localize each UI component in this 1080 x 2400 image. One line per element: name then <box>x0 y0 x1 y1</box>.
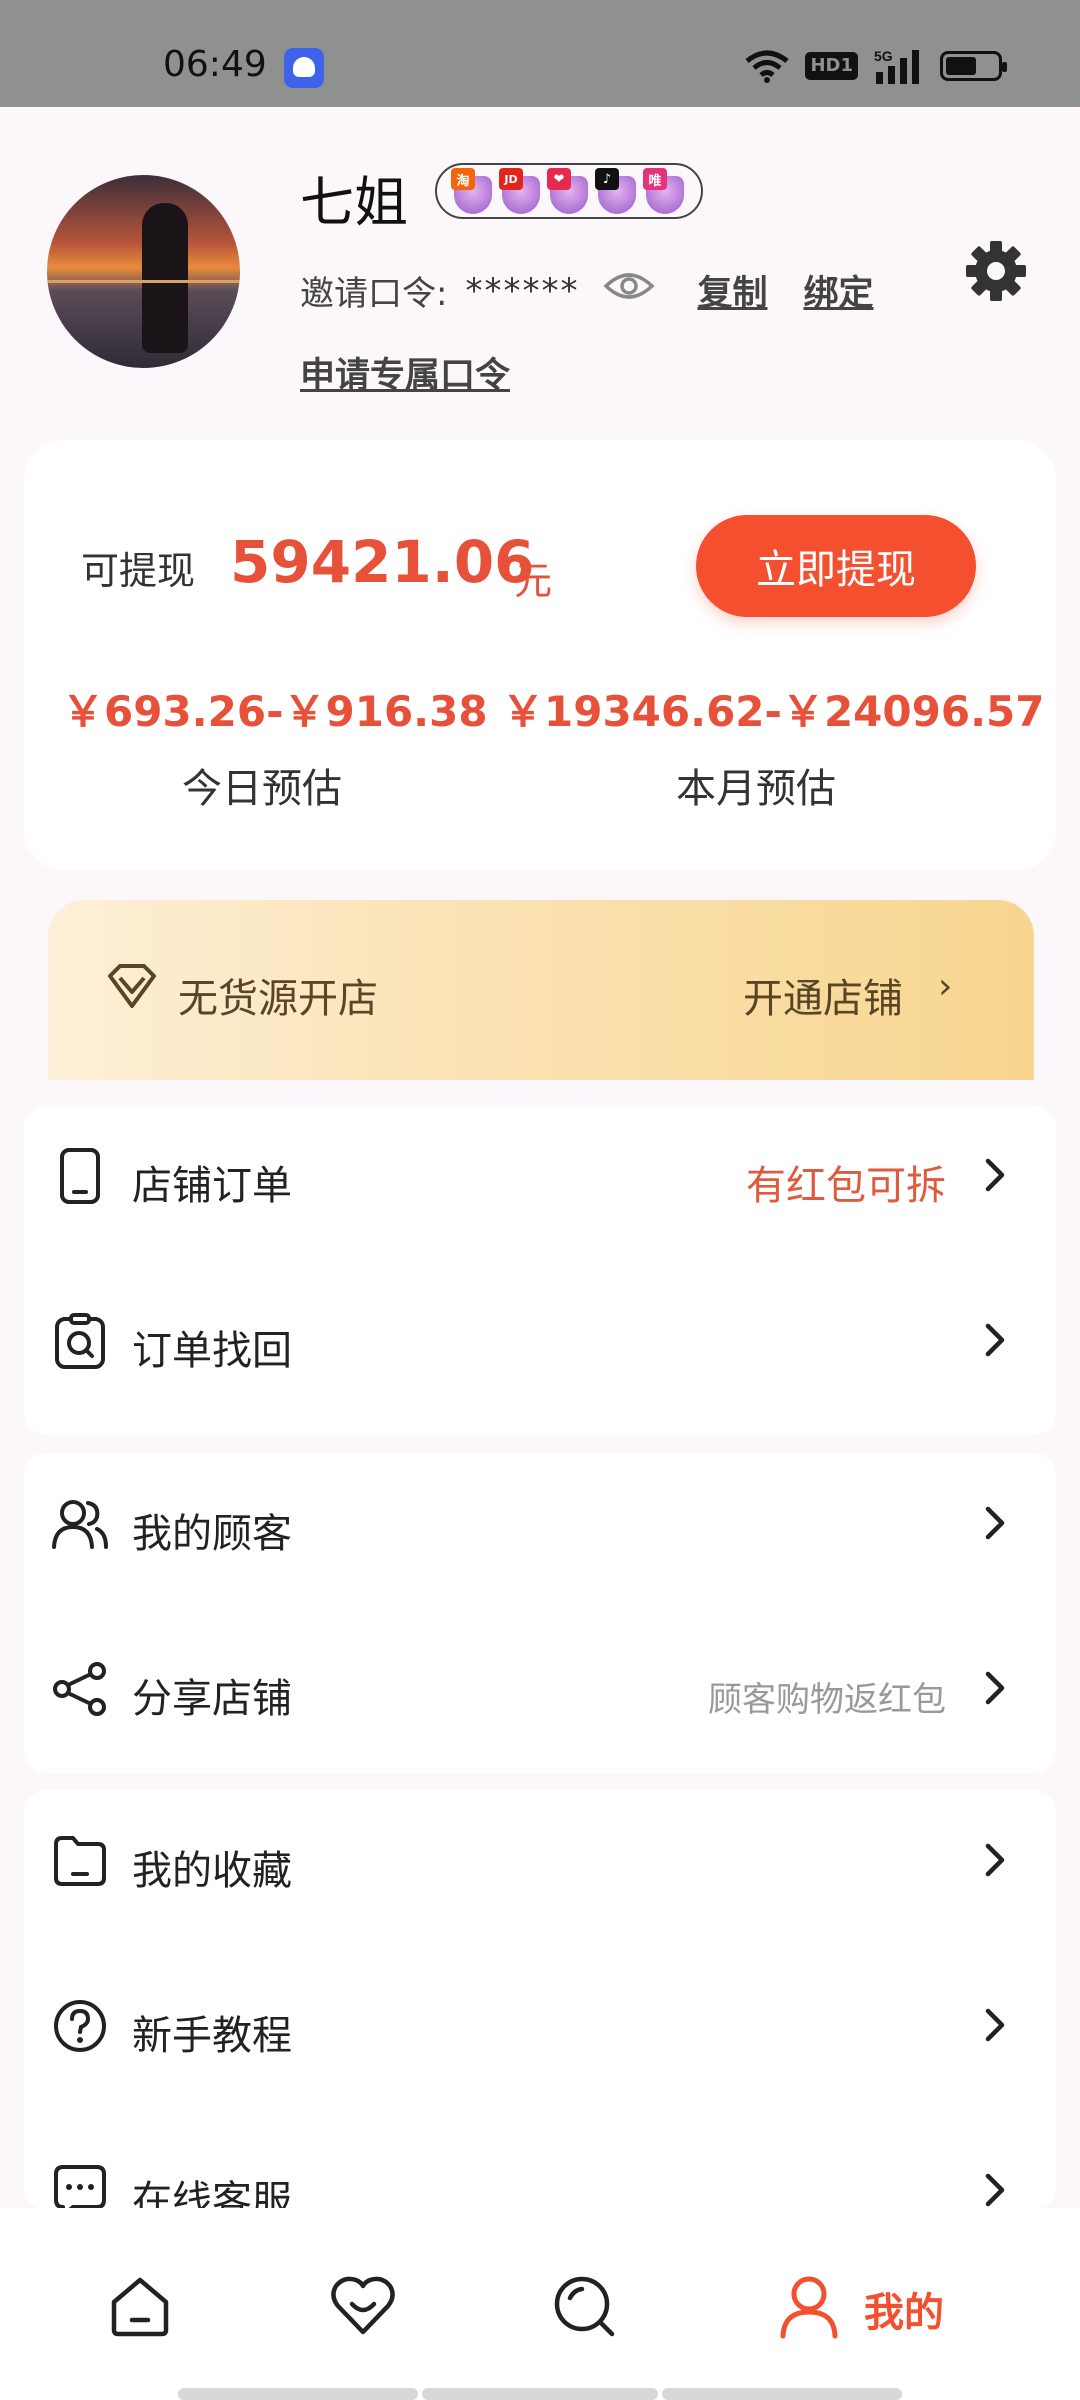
chevron-right-icon <box>984 2007 1006 2047</box>
today-estimate-value: ￥693.26-￥916.38 <box>62 687 488 736</box>
phone-icon <box>51 1147 109 1205</box>
open-shop-banner[interactable]: 无货源开店 开通店铺 › <box>48 900 1034 1080</box>
menu-label: 新手教程 <box>132 2013 292 2059</box>
menu-label: 分享店铺 <box>132 1676 292 1722</box>
menu-label: 我的顾客 <box>132 1511 292 1557</box>
user-icon <box>778 2274 840 2344</box>
menu-group-misc: 我的收藏 新手教程 在线客服 <box>24 1790 1056 2224</box>
menu-label: 店铺订单 <box>132 1163 292 1209</box>
invite-row: 邀请口令: ****** 复制 绑定 <box>300 265 910 316</box>
badge-tag: JD <box>499 168 523 190</box>
menu-item-tutorial[interactable]: 新手教程 <box>24 1955 1056 2095</box>
chevron-right-icon: › <box>938 966 953 1007</box>
menu-label: 我的收藏 <box>132 1848 292 1894</box>
gesture-bar-segment <box>178 2388 418 2400</box>
badge-tag: ♪ <box>595 168 619 190</box>
users-icon <box>51 1495 109 1553</box>
withdraw-amount: 59421.06 <box>230 528 535 596</box>
menu-item-order-recover[interactable]: 订单找回 <box>24 1270 1056 1410</box>
badge-tag: 淘 <box>451 168 475 190</box>
share-hint: 顾客购物返红包 <box>708 1680 946 1720</box>
bind-button[interactable]: 绑定 <box>803 265 873 316</box>
platform-badges[interactable]: 淘 JD ❤ ♪ 唯 <box>435 163 703 219</box>
chevron-right-icon <box>984 1322 1006 1362</box>
vipshop-badge-icon: 唯 <box>643 168 685 214</box>
menu-item-my-customers[interactable]: 我的顾客 <box>24 1453 1056 1593</box>
home-icon <box>108 2274 172 2342</box>
invite-label: 邀请口令: <box>300 274 448 314</box>
bottom-nav: 我的 <box>0 2208 1080 2400</box>
app-notification-icon <box>284 48 324 88</box>
nav-favorites[interactable] <box>330 2274 396 2342</box>
month-estimate-value: ￥19346.62-￥24096.57 <box>502 687 1045 736</box>
battery-icon <box>940 51 1007 81</box>
share-icon <box>51 1660 109 1718</box>
heart-icon <box>330 2274 396 2342</box>
badge-tag: 唯 <box>643 168 667 190</box>
douyin-badge-icon: ♪ <box>595 168 637 214</box>
menu-item-share-store[interactable]: 分享店铺 顾客购物返红包 <box>24 1618 1056 1758</box>
gesture-bar-segment <box>422 2388 658 2400</box>
menu-label: 订单找回 <box>132 1328 292 1374</box>
earnings-card: 可提现 59421.06 元 立即提现 ￥693.26-￥916.38 今日预估… <box>24 440 1056 870</box>
diamond-icon <box>106 962 158 1014</box>
month-estimate-label: 本月预估 <box>676 766 836 812</box>
chevron-right-icon <box>984 1505 1006 1545</box>
pinduoduo-badge-icon: ❤ <box>547 168 589 214</box>
signal-icon: 5G <box>874 48 924 84</box>
withdraw-label: 可提现 <box>81 549 196 593</box>
eye-icon[interactable] <box>603 270 656 311</box>
menu-group-orders: 店铺订单 有红包可拆 订单找回 <box>24 1105 1056 1435</box>
nav-home[interactable] <box>108 2274 172 2342</box>
chevron-right-icon <box>984 1157 1006 1197</box>
gear-icon[interactable] <box>965 240 1027 306</box>
folder-icon <box>51 1832 109 1890</box>
nav-search[interactable] <box>552 2274 618 2344</box>
invite-code: ****** <box>465 270 580 311</box>
red-packet-hint: 有红包可拆 <box>746 1163 946 1209</box>
wifi-icon <box>745 49 790 83</box>
svg-text:5G: 5G <box>874 48 893 64</box>
status-time: 06:49 <box>163 44 267 85</box>
user-name: 七姐 <box>300 171 408 234</box>
status-icons: HD1 5G <box>745 48 1007 84</box>
open-shop-link[interactable]: 开通店铺 <box>743 966 903 1024</box>
nav-mine-label: 我的 <box>864 2290 944 2336</box>
withdraw-button[interactable]: 立即提现 <box>696 515 976 617</box>
menu-item-favorites[interactable]: 我的收藏 <box>24 1790 1056 1930</box>
menu-item-store-orders[interactable]: 店铺订单 有红包可拆 <box>24 1105 1056 1245</box>
gesture-bar-segment <box>662 2388 902 2400</box>
today-estimate-label: 今日预估 <box>182 766 342 812</box>
order-search-icon <box>51 1312 109 1370</box>
chevron-right-icon <box>984 1842 1006 1882</box>
search-icon <box>552 2274 618 2344</box>
chevron-right-icon <box>984 2172 1006 2212</box>
hd-icon: HD1 <box>805 52 858 80</box>
copy-button[interactable]: 复制 <box>697 265 767 316</box>
badge-tag: ❤ <box>547 168 571 190</box>
menu-group-customers: 我的顾客 分享店铺 顾客购物返红包 <box>24 1453 1056 1773</box>
chevron-right-icon <box>984 1670 1006 1710</box>
apply-code-link[interactable]: 申请专属口令 <box>300 347 510 398</box>
jd-badge-icon: JD <box>499 168 541 214</box>
help-icon <box>51 1997 109 2055</box>
banner-title: 无货源开店 <box>178 976 378 1022</box>
nav-mine[interactable]: 我的 <box>778 2274 944 2344</box>
avatar[interactable] <box>47 175 240 368</box>
withdraw-unit: 元 <box>514 559 553 603</box>
taobao-badge-icon: 淘 <box>451 168 493 214</box>
status-bar: 06:49 HD1 5G <box>0 0 1080 107</box>
